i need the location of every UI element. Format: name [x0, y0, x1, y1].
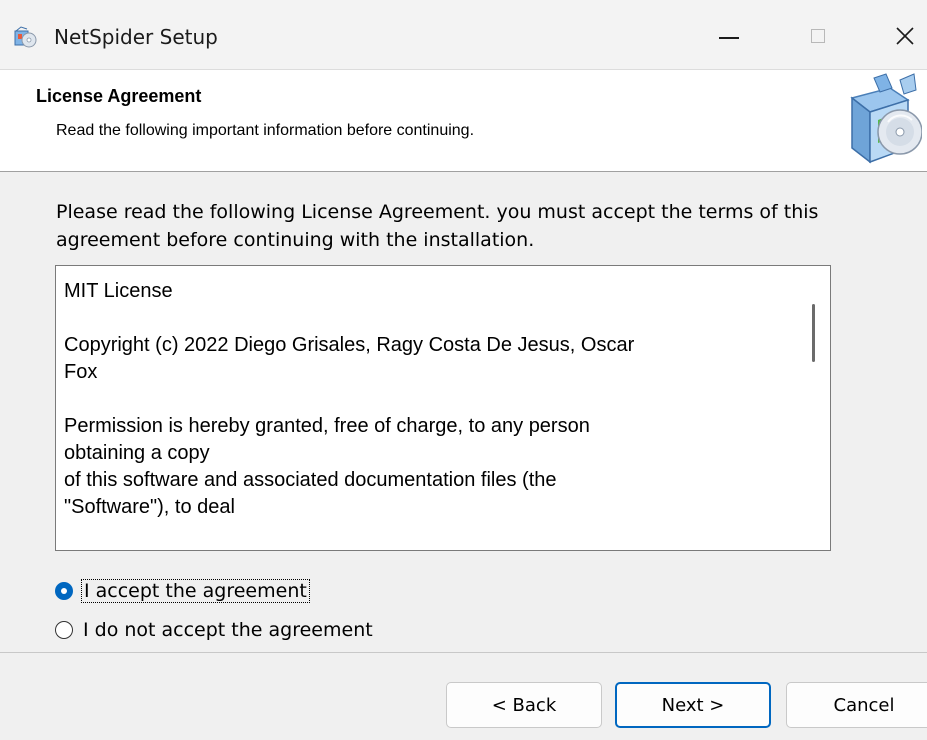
- installer-box-cd-icon: [850, 73, 922, 164]
- page-title: License Agreement: [36, 86, 202, 106]
- page-header: License Agreement Read the following imp…: [0, 70, 927, 172]
- back-button[interactable]: < Back: [446, 682, 602, 728]
- page-subtitle: Read the following important information…: [56, 122, 475, 139]
- license-textarea[interactable]: MIT License Copyright (c) 2022 Diego Gri…: [55, 265, 831, 551]
- setup-window: NetSpider Setup License Agreement Read t…: [0, 0, 927, 740]
- close-icon: [896, 27, 914, 45]
- footer-divider: [0, 652, 927, 653]
- accept-option[interactable]: I accept the agreement: [55, 577, 310, 605]
- app-installer-icon: [14, 26, 37, 48]
- minimize-icon: [719, 37, 739, 39]
- accept-radio[interactable]: [55, 582, 73, 600]
- close-button[interactable]: [838, 0, 927, 70]
- scrollbar-thumb[interactable]: [812, 304, 815, 362]
- cancel-button[interactable]: Cancel: [786, 682, 927, 728]
- license-scrollbar[interactable]: [796, 266, 830, 550]
- license-text: MIT License Copyright (c) 2022 Diego Gri…: [64, 280, 635, 518]
- decline-option[interactable]: I do not accept the agreement: [55, 616, 375, 644]
- instructions-text: Please read the following License Agreem…: [56, 201, 819, 251]
- next-button[interactable]: Next >: [615, 682, 771, 728]
- decline-label[interactable]: I do not accept the agreement: [81, 619, 375, 641]
- window-title: NetSpider Setup: [54, 25, 218, 49]
- maximize-icon: [811, 29, 825, 43]
- title-bar[interactable]: NetSpider Setup: [0, 0, 927, 70]
- accept-label[interactable]: I accept the agreement: [81, 579, 310, 603]
- minimize-button[interactable]: [680, 0, 770, 70]
- decline-radio[interactable]: [55, 621, 73, 639]
